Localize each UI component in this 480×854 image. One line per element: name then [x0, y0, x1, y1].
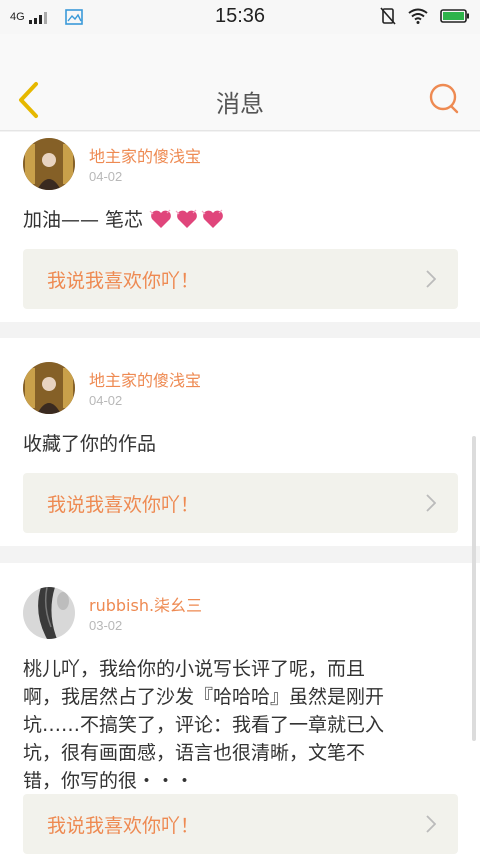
reply-button[interactable]: 我说我喜欢你吖！ — [23, 794, 458, 854]
message-line: 啊，我居然占了沙发『哈哈哈』虽然是刚开 — [23, 686, 385, 708]
message-date: 04-02 — [89, 393, 123, 408]
avatar[interactable] — [23, 138, 75, 190]
message-text: 加油—— 笔芯 — [23, 209, 144, 231]
wifi-icon — [408, 8, 428, 24]
message-card: rubbish.柒幺三 03-02 桃儿吖，我给你的小说写长评了呢，而且 啊，我… — [0, 563, 480, 854]
message-line: 坑……不搞笑了，评论：我看了一章就已入 — [23, 714, 385, 736]
username[interactable]: 地主家的傻浅宝 — [89, 143, 201, 167]
message-list[interactable]: 地主家的傻浅宝 04-02 加油—— 笔芯 我说我喜欢你吖！ 地主家的傻浅宝 0… — [0, 132, 480, 854]
chevron-right-icon — [426, 815, 436, 833]
reply-label: 我说我喜欢你吖！ — [47, 815, 200, 837]
battery-icon — [440, 9, 469, 23]
status-bar: 4G 15:36 — [0, 0, 480, 34]
message-content: 收藏了你的作品 — [23, 433, 157, 455]
page-title: 消息 — [216, 90, 264, 118]
message-card: 地主家的傻浅宝 04-02 加油—— 笔芯 我说我喜欢你吖！ — [0, 132, 480, 322]
reply-label: 我说我喜欢你吖！ — [47, 494, 200, 516]
status-right — [380, 7, 470, 25]
chevron-right-icon — [426, 494, 436, 512]
message-card: 地主家的傻浅宝 04-02 收藏了你的作品 我说我喜欢你吖！ — [0, 338, 480, 546]
message-line: 桃儿吖，我给你的小说写长评了呢，而且 — [23, 658, 366, 680]
message-date: 04-02 — [89, 169, 123, 184]
scrollbar[interactable] — [472, 436, 476, 741]
reply-button[interactable]: 我说我喜欢你吖！ — [23, 473, 458, 533]
message-line: 坑，很有画面感，语言也很清晰，文笔不 — [23, 742, 366, 764]
reply-button[interactable]: 我说我喜欢你吖！ — [23, 249, 458, 309]
vibrate-mute-icon — [380, 7, 396, 25]
avatar[interactable] — [23, 362, 75, 414]
search-icon[interactable] — [428, 82, 460, 116]
username[interactable]: rubbish.柒幺三 — [89, 592, 202, 616]
avatar[interactable] — [23, 587, 75, 639]
message-date: 03-02 — [89, 618, 123, 633]
message-content: 桃儿吖，我给你的小说写长评了呢，而且 啊，我居然占了沙发『哈哈哈』虽然是刚开 坑… — [23, 655, 453, 795]
message-line: 错，你写的很・・・ — [23, 770, 195, 792]
reply-label: 我说我喜欢你吖！ — [47, 270, 200, 292]
heart-emoji-icon — [149, 209, 224, 228]
chevron-right-icon — [426, 270, 436, 288]
username[interactable]: 地主家的傻浅宝 — [89, 367, 201, 391]
top-bar: 消息 — [0, 34, 480, 131]
message-content: 加油—— 笔芯 — [23, 206, 453, 234]
